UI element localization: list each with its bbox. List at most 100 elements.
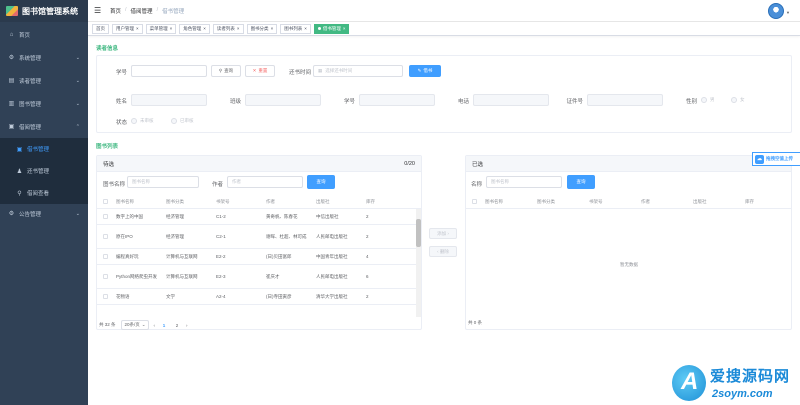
- return-time-label: 还书时间: [288, 70, 311, 76]
- select-all-checkbox[interactable]: [471, 199, 477, 204]
- tag-borrow-manage[interactable]: 借书管理 ×: [313, 23, 350, 34]
- table-row[interactable]: 花物语 文学 A2-4 (日)寺田寅彦 清华大学出版社 2: [97, 289, 421, 305]
- query-button[interactable]: ⚲ 查询: [211, 65, 241, 77]
- table-row[interactable]: 编程真好玩 计算机与互联网 E2-2 (日)贝田富郎 中国青年出版社 4: [97, 249, 421, 265]
- app-title: 图书馆管理系统: [22, 6, 78, 16]
- sidebar-item-reader[interactable]: ▤ 读者管理 ⌄: [0, 69, 88, 92]
- book-name-label: 图书名称: [102, 182, 125, 188]
- table-row[interactable]: 原在IPO 经济管理 C2-1 谢晖、杜超、林可成 人民邮电出版社 2: [97, 225, 421, 249]
- prev-page-icon[interactable]: ‹: [154, 323, 156, 328]
- row-checkbox[interactable]: [102, 254, 108, 259]
- hamburger-icon[interactable]: ☰: [94, 6, 102, 15]
- drag-upload-button[interactable]: ☁ 拖拽空值上传: [752, 152, 800, 166]
- sidebar-item-books[interactable]: ▥ 图书管理 ⌄: [0, 92, 88, 115]
- gender-female-radio[interactable]: 女: [731, 97, 745, 103]
- sidebar-subitem-return-manage[interactable]: ♟ 还书管理: [0, 160, 88, 182]
- left-query-button[interactable]: 查询: [307, 175, 335, 189]
- table-row[interactable]: Python网络爬虫开发 计算机与互联网 E2-3 崔庆才 人民邮电出版社 6: [97, 265, 421, 289]
- breadcrumb-borrow[interactable]: 借阅管理: [131, 7, 153, 15]
- tag-reader-list[interactable]: 读者列表 ×: [212, 23, 244, 34]
- right-total: 共 0 条: [468, 320, 483, 325]
- reset-button[interactable]: ✕ 重置: [245, 65, 275, 77]
- borrow-icon: ▣: [8, 124, 15, 130]
- avatar[interactable]: [768, 3, 784, 19]
- breadcrumb-home[interactable]: 首页: [110, 7, 121, 15]
- return-time-picker[interactable]: ▦ 选择还书时间: [313, 65, 403, 77]
- caret-down-icon[interactable]: ▼: [786, 10, 790, 15]
- edit-icon: ✎: [417, 68, 422, 73]
- tag-book-category[interactable]: 图书分类 ×: [246, 23, 278, 34]
- close-icon[interactable]: ×: [343, 26, 346, 31]
- row-checkbox[interactable]: [102, 234, 108, 239]
- left-pagination: 共 32 条 20条/页 ⌄ ‹ 1 2 ›: [99, 320, 188, 330]
- sidebar-item-borrow[interactable]: ▣ 借阅管理 ⌃: [0, 115, 88, 138]
- return-book-icon: ♟: [16, 168, 23, 175]
- row-checkbox[interactable]: [102, 214, 108, 219]
- books-section-title: 图书列表: [96, 144, 119, 150]
- remove-transfer-button[interactable]: ‹ 删除: [429, 246, 457, 257]
- scrollbar-thumb[interactable]: [416, 219, 421, 247]
- close-icon[interactable]: ×: [136, 26, 139, 31]
- tag-user[interactable]: 用户管理 ×: [112, 23, 143, 34]
- gear-icon: ⚙: [8, 55, 15, 61]
- home-icon: ⌂: [9, 31, 14, 38]
- table-header: 图书名称 图书分类 书架号 作者 出版社 库存: [466, 195, 791, 209]
- row-checkbox[interactable]: [102, 294, 108, 299]
- sno-input[interactable]: [131, 65, 207, 77]
- empty-text: 暂无数据: [620, 262, 638, 267]
- transfer-right-panel: 已选 名称 图书名称 查询 图书名称 图书分类 书架号 作者 出版社 库存 暂无…: [465, 155, 792, 330]
- active-dot-icon: [317, 27, 321, 30]
- table-row[interactable]: 数字上的中国 经济管理 C1-2 黄奇帆、陈春花 中信出版社 2: [97, 209, 421, 225]
- sidebar-item-system[interactable]: ⚙ 系统管理 ⌄: [0, 46, 88, 69]
- upload-icon: ☁: [755, 154, 764, 164]
- book-icon: ▥: [8, 101, 15, 107]
- close-icon[interactable]: ×: [271, 26, 274, 31]
- tag-home[interactable]: 首页: [92, 23, 109, 34]
- tag-role[interactable]: 角色管理 ×: [179, 23, 210, 34]
- tag-book-list[interactable]: 图书列表 ×: [280, 23, 311, 34]
- sno2-input[interactable]: [359, 94, 435, 106]
- tag-menu[interactable]: 菜单管理 ×: [145, 23, 177, 34]
- top-header: ☰ 首页 / 借阅管理 / 借书管理 ▼: [88, 0, 800, 22]
- status-reviewed-radio[interactable]: 已审核: [171, 118, 194, 124]
- right-query-button[interactable]: 查询: [567, 175, 595, 189]
- sidebar-item-home[interactable]: ⌂ 首页: [0, 23, 88, 46]
- left-panel-count: 0/20: [404, 160, 415, 167]
- table-scrollbar[interactable]: [416, 209, 421, 317]
- table-header: 图书名称 图书分类 书架号 作者 出版社 库存: [97, 195, 421, 209]
- watermark-line2: 2soym.com: [712, 388, 773, 400]
- app-brand[interactable]: 图书馆管理系统: [0, 0, 88, 22]
- add-transfer-button[interactable]: 添加 ›: [429, 228, 457, 239]
- close-icon[interactable]: ×: [203, 26, 206, 31]
- phone-input[interactable]: [473, 94, 549, 106]
- right-panel-title: 已选: [472, 161, 484, 168]
- watermark-line1: 爱搜源码网: [710, 368, 791, 385]
- author-input[interactable]: 作者: [227, 176, 303, 188]
- name-label: 姓名: [115, 99, 127, 105]
- close-icon[interactable]: ×: [304, 26, 307, 31]
- select-all-checkbox[interactable]: [102, 199, 108, 204]
- page-2[interactable]: 2: [173, 323, 181, 328]
- chevron-down-icon: ⌄: [75, 77, 80, 84]
- chevron-up-icon: ⌃: [75, 123, 80, 130]
- reader-section-title: 读者信息: [96, 46, 119, 52]
- sidebar-subitem-borrow-view[interactable]: ⚲ 借阅查看: [0, 182, 88, 204]
- status-unreviewed-radio[interactable]: 未审核: [131, 118, 154, 124]
- row-checkbox[interactable]: [102, 274, 108, 279]
- sidebar-subitem-borrow-manage[interactable]: ▣ 借书管理: [0, 138, 88, 160]
- book-name-input[interactable]: 图书名称: [127, 176, 199, 188]
- next-page-icon[interactable]: ›: [186, 323, 188, 328]
- close-icon[interactable]: ×: [170, 26, 173, 31]
- close-icon[interactable]: ×: [237, 26, 240, 31]
- status-label: 状态: [115, 120, 127, 126]
- page-1[interactable]: 1: [160, 323, 168, 328]
- sidebar-item-notice[interactable]: ⚙ 公告管理 ⌄: [0, 202, 88, 225]
- gender-male-radio[interactable]: 男: [701, 97, 715, 103]
- idcard-input[interactable]: [587, 94, 663, 106]
- page-size-select[interactable]: 20条/页 ⌄: [120, 320, 149, 330]
- borrow-book-icon: ▣: [16, 146, 23, 153]
- borrow-button[interactable]: ✎ 借书: [409, 65, 441, 77]
- class-input[interactable]: [245, 94, 321, 106]
- name-input[interactable]: [131, 94, 207, 106]
- right-name-input[interactable]: 图书名称: [486, 176, 562, 188]
